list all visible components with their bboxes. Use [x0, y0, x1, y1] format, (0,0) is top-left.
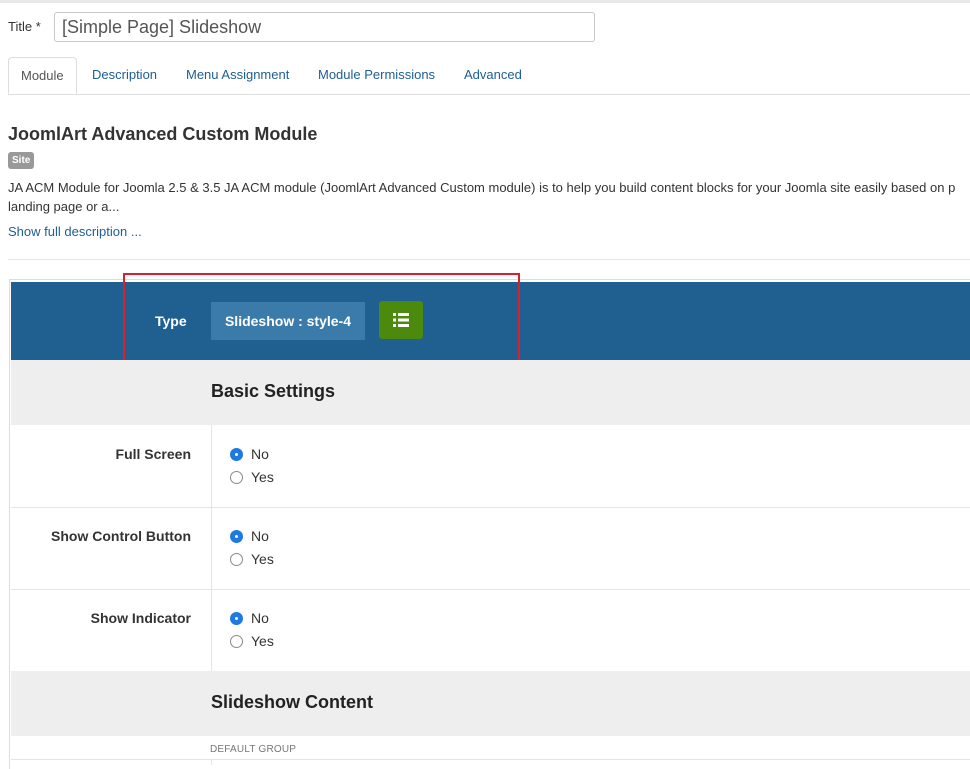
radio-label: Yes [251, 551, 274, 567]
radio-label: No [251, 528, 269, 544]
field-show-indicator: Show Indicator No Yes [11, 589, 970, 672]
slideshow-content-header: Slideshow Content [11, 671, 970, 736]
group-column-divider [211, 759, 212, 765]
radio-unselected-icon [230, 470, 243, 484]
radio-full-screen-no[interactable]: No [230, 446, 269, 462]
radio-label: Yes [251, 633, 274, 649]
field-full-screen: Full Screen No Yes [11, 425, 970, 508]
module-tabs: Module Description Menu Assignment Modul… [8, 57, 970, 95]
top-border [0, 0, 970, 3]
group-divider-line [11, 759, 970, 760]
highlight-annotation-box [123, 273, 520, 369]
title-label: Title * [8, 19, 41, 34]
tab-module-permissions[interactable]: Module Permissions [318, 57, 435, 93]
radio-show-indicator-no[interactable]: No [230, 610, 269, 626]
slideshow-content-title: Slideshow Content [211, 692, 373, 712]
radio-unselected-icon [230, 552, 243, 566]
field-divider [211, 425, 212, 507]
radio-selected-icon [230, 447, 243, 461]
tab-menu-assignment[interactable]: Menu Assignment [186, 57, 289, 93]
site-badge: Site [8, 152, 35, 169]
tab-advanced[interactable]: Advanced [464, 57, 522, 93]
radio-full-screen-yes[interactable]: Yes [230, 469, 274, 485]
radio-show-control-button-yes[interactable]: Yes [230, 551, 274, 567]
title-input[interactable]: [Simple Page] Slideshow [54, 12, 595, 42]
divider [8, 259, 970, 260]
radio-selected-icon [230, 611, 243, 625]
show-full-description-link[interactable]: Show full description ... [8, 224, 142, 239]
basic-settings-title: Basic Settings [211, 381, 336, 401]
field-label: Show Indicator [90, 610, 191, 626]
field-show-control-button: Show Control Button No Yes [11, 507, 970, 590]
field-label: Full Screen [115, 446, 191, 462]
basic-settings-header: Basic Settings [11, 360, 970, 425]
group-label: DEFAULT GROUP [210, 744, 297, 755]
field-divider [211, 589, 212, 671]
radio-unselected-icon [230, 634, 243, 648]
radio-label: No [251, 446, 269, 462]
radio-show-control-button-no[interactable]: No [230, 528, 269, 544]
module-title: JoomlArt Advanced Custom Module [8, 124, 318, 144]
module-description: JA ACM Module for Joomla 2.5 & 3.5 JA AC… [8, 180, 956, 214]
radio-selected-icon [230, 529, 243, 543]
field-label: Show Control Button [51, 528, 191, 544]
field-divider [211, 507, 212, 589]
radio-label: Yes [251, 469, 274, 485]
tab-description[interactable]: Description [92, 57, 157, 93]
radio-label: No [251, 610, 269, 626]
radio-show-indicator-yes[interactable]: Yes [230, 633, 274, 649]
tab-module[interactable]: Module [8, 57, 77, 94]
